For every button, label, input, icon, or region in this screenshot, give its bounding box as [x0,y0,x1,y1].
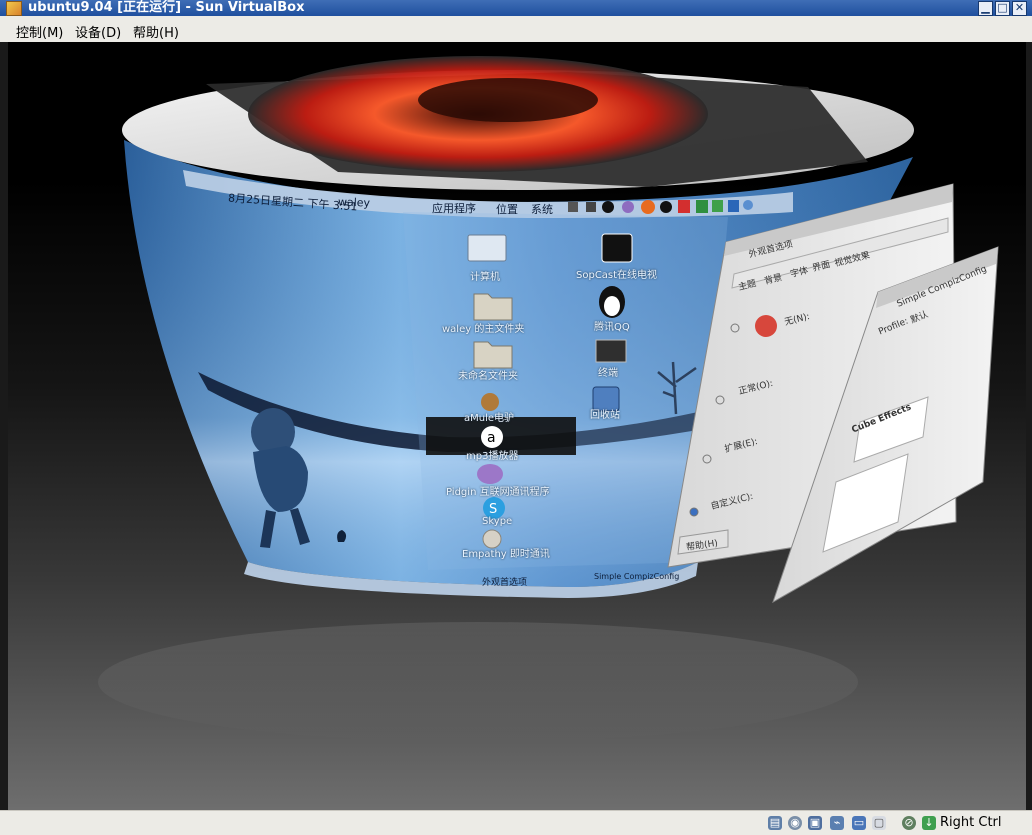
capture-icon[interactable]: ⊘ [902,816,916,830]
desktop-icon-label-qq[interactable]: 腾讯QQ [594,318,630,333]
network-icon[interactable]: ▣ [808,816,822,830]
panel-menu-applications[interactable]: 应用程序 [432,200,476,216]
window-title-bar[interactable]: ubuntu9.04 [正在运行] - Sun VirtualBox ▁ □ ✕ [0,0,1032,16]
panel-menu-places[interactable]: 位置 [496,201,518,217]
guest-screen[interactable]: a S 8月25日星期二 下午 3:51 waley 应用程序 位置 系统 计算… [8,42,1026,810]
desktop-icon-label-terminal[interactable]: 终端 [598,364,618,379]
menu-control[interactable]: 控制(M) [16,22,63,41]
tv-icon [601,233,633,263]
folder-icon [473,341,513,369]
floor-reflection [98,622,858,742]
desktop-icon-label-sopcast[interactable]: SopCast在线电视 [576,266,657,281]
desktop-icon-label-amule[interactable]: aMule电驴 [464,409,514,424]
desktop-icon-label-folder[interactable]: 未命名文件夹 [458,367,518,382]
window-left-border [0,42,8,810]
menu-devices[interactable]: 设备(D) [75,22,121,41]
menu-help[interactable]: 帮助(H) [133,22,179,41]
svg-text:a: a [487,430,496,446]
desktop-icon-label-empathy[interactable]: Empathy 即时通讯 [462,545,550,560]
cd-icon[interactable]: ◉ [788,816,802,830]
close-button[interactable]: ✕ [1012,1,1027,16]
shared-folder-icon[interactable]: ▭ [852,816,866,830]
desktop-icon-label-computer[interactable]: 计算机 [470,268,500,283]
mouse-integration-icon[interactable]: ↓ [922,816,936,830]
virtualbox-app-icon [6,1,22,16]
status-bar: ▤ ◉ ▣ ⌁ ▭ ▢ ⊘ ↓ Right Ctrl [0,810,1032,835]
desktop-icon-label-mp3[interactable]: mp3播放器 [466,447,518,462]
desktop-icon-label-trash[interactable]: 回收站 [590,406,620,421]
menu-bar: 控制(M) 设备(D) 帮助(H) [0,16,1032,43]
display-icon[interactable]: ▢ [872,816,886,830]
host-key-label: Right Ctrl [940,815,1002,830]
home-folder-icon [473,293,513,321]
top-cap-swirl-core [418,78,598,122]
taskbar-item-compizconfig[interactable]: Simple CompizConfig [594,572,679,581]
minimize-button[interactable]: ▁ [978,1,993,16]
panel-user[interactable]: waley [338,195,371,209]
panel-menu-system[interactable]: 系统 [531,201,553,217]
svg-text:S: S [489,502,497,517]
hdd-icon[interactable]: ▤ [768,816,782,830]
pidgin-icon [477,464,503,484]
window-right-border [1026,42,1032,810]
desktop-icon-label-pidgin[interactable]: Pidgin 互联网通讯程序 [446,483,550,498]
computer-icon [467,234,507,262]
taskbar-item-appearance[interactable]: 外观首选项 [482,575,527,588]
desktop-icon-label-skype[interactable]: Skype [482,516,512,527]
desktop-icon-label-home[interactable]: waley 的主文件夹 [442,320,524,335]
window-title: ubuntu9.04 [正在运行] - Sun VirtualBox [28,0,305,15]
terminal-icon [595,339,627,363]
usb-icon[interactable]: ⌁ [830,816,844,830]
maximize-button[interactable]: □ [995,1,1010,16]
